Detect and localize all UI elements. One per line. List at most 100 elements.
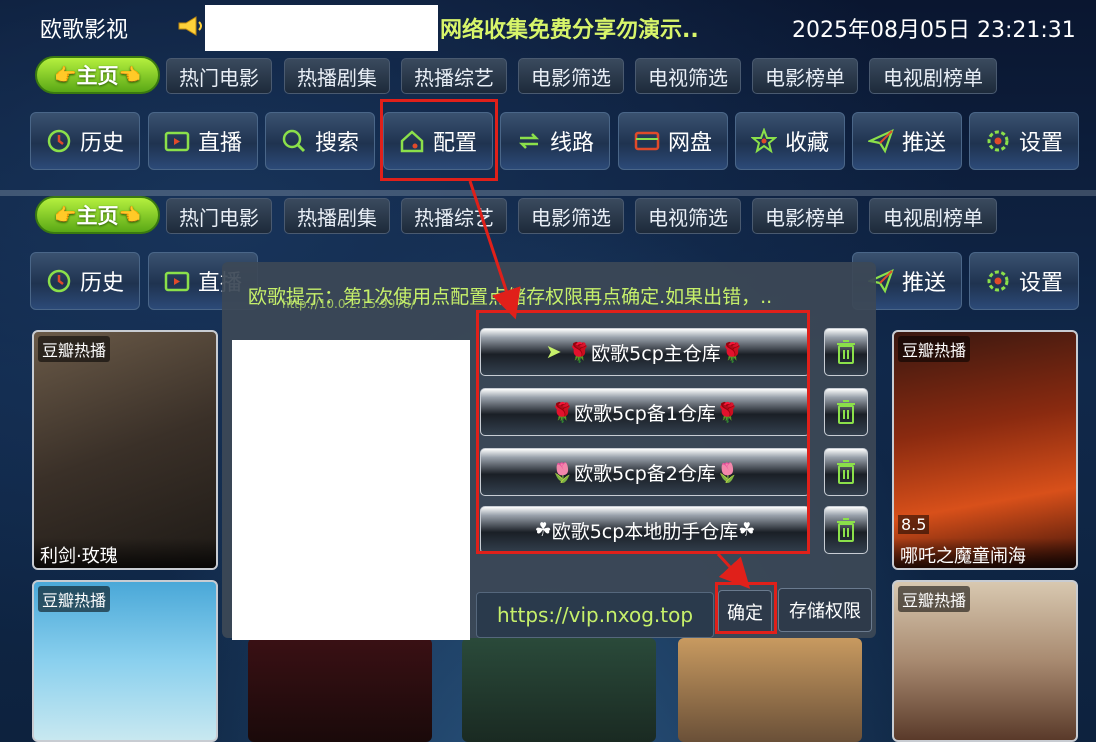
settings-button[interactable]: 设置 [969,112,1079,170]
poster-card[interactable]: 豆瓣热播 利剑·玫瑰 [32,330,218,570]
poster-title: 哪吒之魔童闹海 [894,538,1076,568]
history-icon [47,129,71,153]
poster-card[interactable] [462,638,656,742]
marquee-text: 网络收集免费分享勿演示.. [440,18,699,43]
repo-label: 欧歌5cp主仓库 [591,342,721,365]
douban-tag: 豆瓣热播 [38,586,111,612]
history-button[interactable]: 历史 [30,112,140,170]
netdisk-label: 网盘 [667,131,712,156]
poster-card[interactable]: 豆瓣热播 [892,580,1078,742]
settings-label-2: 设置 [1018,271,1063,296]
settings-label: 设置 [1018,131,1063,156]
repo-main-button[interactable]: ➤ 🌹 欧歌5cp主仓库 🌹 [480,328,810,376]
search-button[interactable]: 搜索 [265,112,375,170]
douban-tag: 豆瓣热播 [898,336,971,362]
send-icon [867,128,894,154]
tab-hot-movies-2[interactable]: 热门电影 [166,198,272,234]
confirm-button[interactable]: 确定 [718,590,772,634]
history-label-2: 历史 [79,271,124,296]
config-dialog: 欧歌提示：第1次使用点配置点储存权限再点确定.如果出错，.. http://10… [222,262,876,640]
tv-icon [164,131,190,152]
tab-movie-ranking[interactable]: 电影榜单 [752,58,858,94]
pointing-hand-icon: 👈 [118,204,141,226]
clock: 2025年08月05日 23:21:31 [792,18,1076,43]
delete-button[interactable] [824,388,868,436]
route-icon [518,133,540,149]
url-input[interactable]: https://vip.nxog.top [476,592,714,638]
poster-card[interactable] [678,638,862,742]
pointing-hand-icon: 👉 [54,204,77,226]
tv-icon [164,271,190,292]
tab-tv-ranking[interactable]: 电视剧榜单 [869,58,997,94]
poster-title: 利剑·玫瑰 [34,538,216,568]
search-label: 搜索 [314,131,359,156]
config-button[interactable]: 配置 [383,112,493,170]
trash-icon [837,340,855,364]
push-label-2: 推送 [901,271,946,296]
trash-icon [837,518,855,542]
tulip-icon: 🌷 [715,461,740,484]
tab-home-label: 主页 [76,64,119,88]
repo-backup2-button[interactable]: 🌷 欧歌5cp备2仓库 🌷 [480,448,810,496]
repo-label: 欧歌5cp备2仓库 [574,462,716,485]
card-icon [634,131,660,151]
rating-score: 8.5 [898,515,930,534]
tab-hot-series-2[interactable]: 热播剧集 [284,198,390,234]
push-button[interactable]: 推送 [852,112,962,170]
history-icon [47,269,71,293]
tab-movie-filter[interactable]: 电影筛选 [518,58,624,94]
delete-button[interactable] [824,506,868,554]
gear-icon [987,130,1009,152]
star-icon [750,128,777,154]
tab-movie-ranking-2[interactable]: 电影榜单 [752,198,858,234]
rose-icon: 🌹 [567,341,592,364]
function-bar: 历史 直播 搜索 配置 线路 网盘 收藏 推送 设置 [0,112,1096,172]
route-button[interactable]: 线路 [500,112,610,170]
live-button[interactable]: 直播 [148,112,258,170]
settings-button-2[interactable]: 设置 [969,252,1079,310]
repo-label: 欧歌5cp本地肋手仓库 [551,520,739,543]
trash-icon [837,400,855,424]
delete-button[interactable] [824,448,868,496]
poster-card[interactable]: 豆瓣热播 8.5 哪吒之魔童闹海 [892,330,1078,570]
clover-icon: ☘ [738,519,756,541]
pointing-hand-icon: 👉 [54,64,77,86]
server-url: http://10.0.2.15:9978/ [282,297,415,311]
app-title: 欧歌影视 [40,18,129,43]
tab-hot-variety[interactable]: 热播综艺 [401,58,507,94]
rose-icon: 🌹 [715,401,740,424]
tab-tv-filter[interactable]: 电视筛选 [635,58,741,94]
tab-tv-ranking-2[interactable]: 电视剧榜单 [869,198,997,234]
tab-hot-movies[interactable]: 热门电影 [166,58,272,94]
rose-icon: 🌹 [550,401,575,424]
tab-tv-filter-2[interactable]: 电视筛选 [635,198,741,234]
route-label: 线路 [549,131,594,156]
favorites-button[interactable]: 收藏 [735,112,845,170]
search-icon [282,129,306,153]
history-button-2[interactable]: 历史 [30,252,140,310]
history-label: 历史 [79,131,124,156]
douban-tag: 豆瓣热播 [38,336,111,362]
repo-label: 欧歌5cp备1仓库 [574,402,716,425]
rose-icon: 🌹 [720,341,745,364]
trash-icon [837,460,855,484]
delete-button[interactable] [824,328,868,376]
top-bar: 欧歌影视 网络收集免费分享勿演示.. 2025年08月05日 23:21:31 [0,0,1096,52]
netdisk-button[interactable]: 网盘 [618,112,728,170]
tab-home[interactable]: 👉 主页 👈 [35,56,160,94]
live-label: 直播 [197,131,242,156]
megaphone-icon [178,16,202,36]
tab-home-2[interactable]: 👉 主页 👈 [35,196,160,234]
favorites-label: 收藏 [784,131,829,156]
repo-local-button[interactable]: ☘ 欧歌5cp本地肋手仓库 ☘ [480,506,810,554]
home-config-icon [400,130,424,153]
storage-permission-button[interactable]: 存储权限 [778,588,872,632]
tulip-icon: 🌷 [550,461,575,484]
poster-card[interactable]: 豆瓣热播 [32,580,218,742]
tab-hot-series[interactable]: 热播剧集 [284,58,390,94]
tab-hot-variety-2[interactable]: 热播综艺 [401,198,507,234]
tab-movie-filter-2[interactable]: 电影筛选 [518,198,624,234]
douban-tag: 豆瓣热播 [898,586,971,612]
repo-backup1-button[interactable]: 🌹 欧歌5cp备1仓库 🌹 [480,388,810,436]
poster-card[interactable] [248,638,432,742]
